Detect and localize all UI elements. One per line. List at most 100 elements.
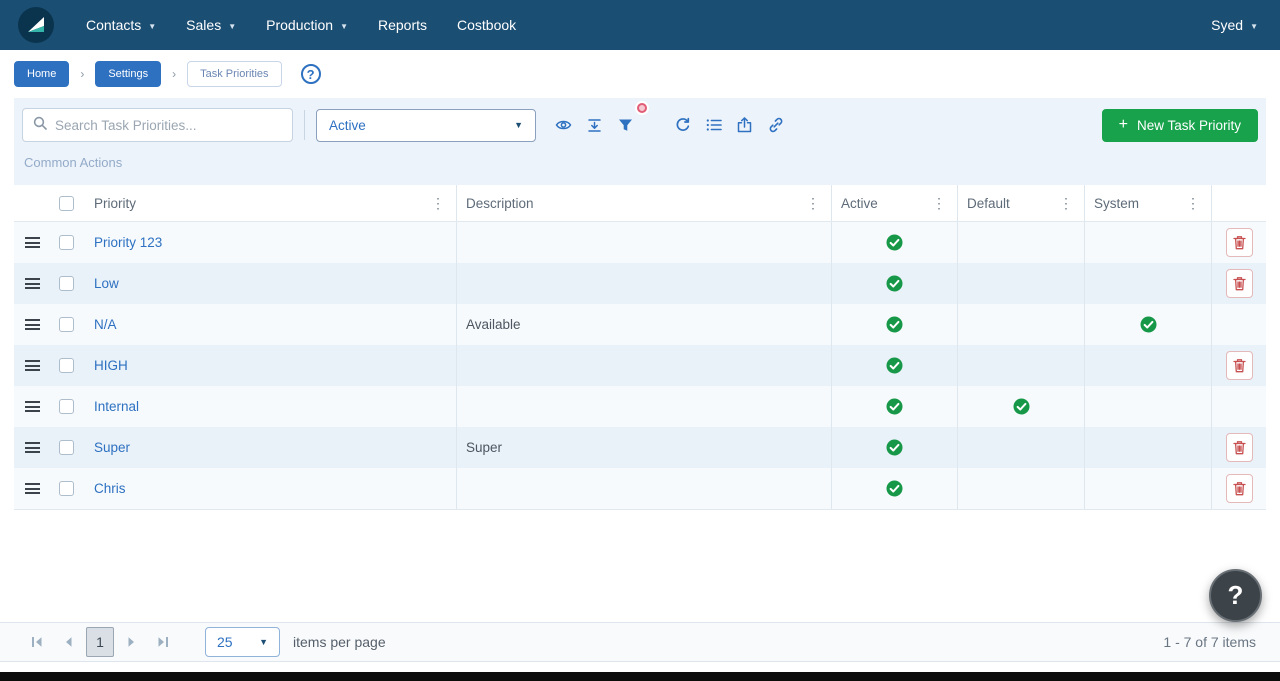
drag-handle-icon[interactable] [25,278,40,289]
checkbox-cell [50,468,85,509]
row-checkbox[interactable] [59,276,74,291]
new-task-priority-button[interactable]: + New Task Priority [1102,109,1258,142]
column-header-description[interactable]: Description ⋮ [457,185,832,221]
column-menu-icon[interactable]: ⋮ [804,195,822,212]
drag-handle-icon[interactable] [25,360,40,371]
nav-item-contacts[interactable]: Contacts ▼ [86,17,156,33]
toolbar-area: Active ▼ [14,98,1266,185]
chevron-down-icon: ▼ [340,22,348,31]
page-size-dropdown[interactable]: 25 ▼ [205,627,280,657]
search-input[interactable] [55,118,282,133]
chevron-down-icon: ▼ [228,22,236,31]
nav-item-reports[interactable]: Reports [378,17,427,33]
active-check-icon [886,234,903,251]
next-page-button[interactable] [119,629,145,655]
eye-icon[interactable] [548,110,579,141]
nav-item-sales[interactable]: Sales ▼ [186,17,236,33]
link-icon[interactable] [760,110,791,141]
column-menu-icon[interactable]: ⋮ [1057,195,1075,212]
default-cell [958,263,1085,304]
breadcrumb-home-button[interactable]: Home [14,61,69,87]
priority-link[interactable]: Internal [94,399,139,414]
first-page-button[interactable] [24,629,50,655]
row-checkbox[interactable] [59,481,74,496]
drag-cell [14,263,50,304]
active-check-icon [886,398,903,415]
drag-handle-icon[interactable] [25,401,40,412]
drag-handle-icon[interactable] [25,319,40,330]
checkbox-cell [50,345,85,386]
select-all-checkbox[interactable] [59,196,74,211]
column-header-default[interactable]: Default ⋮ [958,185,1085,221]
column-header-priority[interactable]: Priority ⋮ [85,185,457,221]
refresh-icon[interactable] [667,110,698,141]
priority-link[interactable]: Low [94,276,119,291]
table-row: Super Super [14,427,1266,468]
column-menu-icon[interactable]: ⋮ [930,195,948,212]
drag-handle-icon[interactable] [25,442,40,453]
active-check-icon [886,316,903,333]
delete-button[interactable] [1226,228,1253,257]
drag-handle-icon[interactable] [25,483,40,494]
delete-cell [1212,386,1266,427]
table-row: HIGH [14,345,1266,386]
nav-item-costbook[interactable]: Costbook [457,17,516,33]
breadcrumb-help-icon[interactable]: ? [301,64,321,84]
system-cell [1085,304,1212,345]
last-page-button[interactable] [150,629,176,655]
column-header-system[interactable]: System ⋮ [1085,185,1212,221]
default-cell [958,345,1085,386]
system-check-icon [1140,316,1157,333]
common-actions-toggle[interactable]: Common Actions [22,142,1258,185]
description-cell [457,386,832,427]
column-menu-icon[interactable]: ⋮ [1184,195,1202,212]
row-checkbox[interactable] [59,235,74,250]
checkbox-cell [50,427,85,468]
drag-cell [14,222,50,263]
priority-cell: Chris [85,468,457,509]
row-checkbox[interactable] [59,399,74,414]
delete-cell [1212,304,1266,345]
priority-cell: Low [85,263,457,304]
help-fab-button[interactable]: ? [1209,569,1262,622]
column-header-active[interactable]: Active ⋮ [832,185,958,221]
priority-link[interactable]: HIGH [94,358,128,373]
list-icon[interactable] [698,110,729,141]
drag-cell [14,386,50,427]
drag-cell [14,427,50,468]
delete-button[interactable] [1226,351,1253,380]
active-cell [832,468,958,509]
active-check-icon [886,357,903,374]
row-checkbox[interactable] [59,440,74,455]
row-checkbox[interactable] [59,317,74,332]
column-menu-icon[interactable]: ⋮ [429,195,447,212]
user-menu[interactable]: Syed ▼ [1211,17,1258,33]
previous-page-button[interactable] [55,629,81,655]
default-cell [958,427,1085,468]
chevron-down-icon: ▼ [1250,22,1258,31]
priority-link[interactable]: N/A [94,317,117,332]
drag-cell [14,468,50,509]
description-cell [457,468,832,509]
filter-icon[interactable] [610,110,641,141]
nav-label: Production [266,17,333,33]
current-page[interactable]: 1 [86,627,114,657]
breadcrumb-settings-button[interactable]: Settings [95,61,161,87]
main-panel: Active ▼ [14,98,1266,510]
row-checkbox[interactable] [59,358,74,373]
status-filter-dropdown[interactable]: Active ▼ [316,109,536,142]
priority-cell: N/A [85,304,457,345]
breadcrumb-current-page: Task Priorities [187,61,281,87]
drag-handle-icon[interactable] [25,237,40,248]
insert-row-icon[interactable] [579,110,610,141]
priority-link[interactable]: Super [94,440,130,455]
delete-button[interactable] [1226,474,1253,503]
table-body: Priority 123 [14,222,1266,510]
priority-link[interactable]: Chris [94,481,126,496]
nav-item-production[interactable]: Production ▼ [266,17,348,33]
delete-button[interactable] [1226,433,1253,462]
delete-button[interactable] [1226,269,1253,298]
export-icon[interactable] [729,110,760,141]
priority-link[interactable]: Priority 123 [94,235,162,250]
app-logo-icon[interactable] [18,7,54,43]
